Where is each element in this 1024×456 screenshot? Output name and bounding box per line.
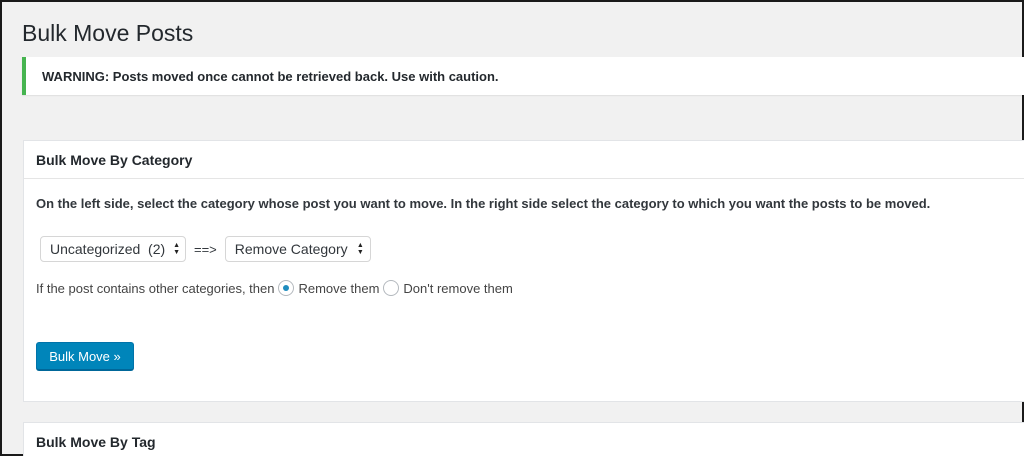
from-category-value: Uncategorized (2) — [50, 241, 166, 257]
radio-prompt: If the post contains other categories, t… — [36, 280, 275, 296]
dont-remove-them-label[interactable]: Don't remove them — [403, 281, 512, 296]
bulk-move-button[interactable]: Bulk Move » — [36, 342, 134, 370]
bulk-move-by-tag-card: Bulk Move By Tag — [23, 422, 1024, 456]
remove-them-label[interactable]: Remove them — [298, 281, 379, 296]
bulk-move-by-category-card: Bulk Move By Category On the left side, … — [23, 140, 1024, 402]
category-select-row: Uncategorized (2) ▲ ▼ ==> Remove Category… — [40, 236, 371, 262]
select-arrows-icon: ▲ ▼ — [173, 242, 181, 256]
to-category-value: Remove Category — [234, 241, 348, 257]
warning-notice-text: WARNING: Posts moved once cannot be retr… — [42, 68, 499, 84]
to-category-select[interactable]: Remove Category ▲ ▼ — [224, 236, 371, 262]
card-title-category: Bulk Move By Category — [36, 151, 193, 168]
warning-notice: WARNING: Posts moved once cannot be retr… — [22, 57, 1024, 95]
select-arrows-icon: ▲ ▼ — [356, 242, 364, 256]
remove-them-radio[interactable] — [278, 280, 295, 296]
page-title: Bulk Move Posts — [22, 20, 194, 46]
card-header-category: Bulk Move By Category — [24, 141, 1024, 179]
move-arrow-text: ==> — [194, 241, 217, 257]
other-categories-radio-row: If the post contains other categories, t… — [36, 280, 513, 296]
card-title-tag: Bulk Move By Tag — [36, 434, 156, 450]
category-description: On the left side, select the category wh… — [36, 196, 931, 211]
from-category-select[interactable]: Uncategorized (2) ▲ ▼ — [40, 236, 186, 262]
dont-remove-them-radio[interactable] — [383, 280, 400, 296]
card-header-tag: Bulk Move By Tag — [24, 423, 1024, 456]
